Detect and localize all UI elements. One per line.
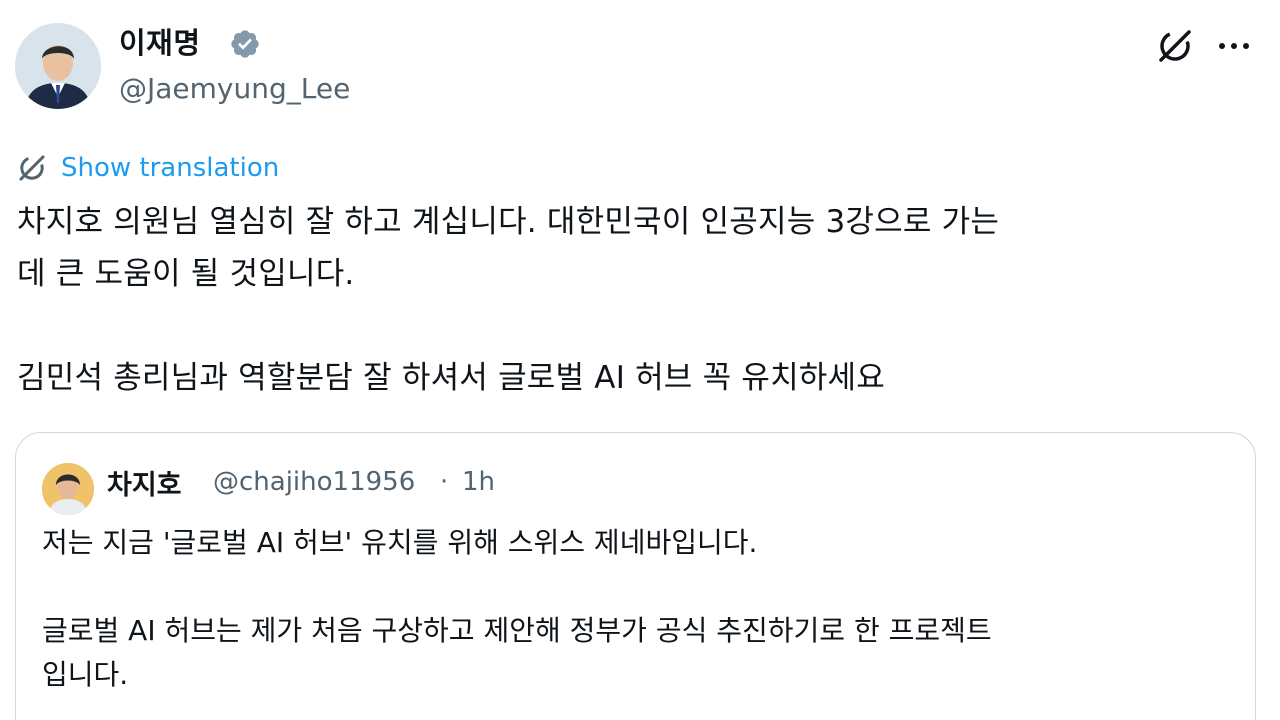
quote-author-display-name[interactable]: 차지호 [107, 463, 182, 502]
author-display-name[interactable]: 이재명 [119, 20, 201, 62]
more-horizontal-icon[interactable] [1214, 30, 1254, 62]
show-translation-label[interactable]: Show translation [61, 153, 279, 183]
quote-text: 저는 지금 '글로벌 AI 허브' 유치를 위해 스위스 제네바입니다. 글로벌… [42, 526, 992, 691]
quoted-tweet[interactable]: 차지호 @chajiho11956 · 1h 저는 지금 '글로벌 AI 허브'… [15, 432, 1256, 720]
author-avatar[interactable] [15, 23, 101, 109]
translate-icon [15, 151, 49, 185]
grok-icon[interactable] [1155, 26, 1195, 66]
quote-separator: · [440, 467, 449, 497]
quote-timestamp[interactable]: 1h [462, 467, 495, 497]
tweet-text: 차지호 의원님 열심히 잘 하고 계십니다. 대한민국이 인공지능 3강으로 가… [17, 204, 1000, 396]
author-handle[interactable]: @Jaemyung_Lee [119, 72, 350, 105]
show-translation-link[interactable]: Show translation [15, 150, 279, 186]
quote-author-avatar[interactable] [42, 463, 94, 515]
quote-author-handle[interactable]: @chajiho11956 [213, 467, 415, 497]
verified-badge-icon [229, 28, 261, 60]
